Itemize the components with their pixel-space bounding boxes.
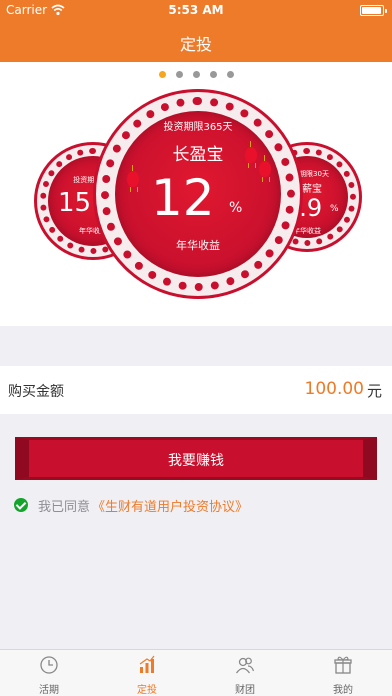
bar-chart-icon <box>139 655 155 673</box>
carousel-dot-5[interactable] <box>226 71 234 78</box>
product-rate-percent: % <box>330 204 339 214</box>
product-rate-label: 年华收益 <box>176 239 220 252</box>
product-rate: 12 <box>151 169 215 227</box>
tab-label: 定投 <box>137 685 157 696</box>
earn-money-button-label: 我要赚钱 <box>168 453 224 469</box>
status-time: 5:53 AM <box>168 3 224 17</box>
section-divider <box>0 326 392 366</box>
lantern-decoration <box>127 165 139 192</box>
product-rate: 15 <box>58 188 92 218</box>
carousel-dot-1[interactable] <box>158 71 166 78</box>
carousel-page-indicator[interactable] <box>0 71 392 78</box>
purchase-amount-label: 购买金额 <box>8 384 64 400</box>
people-icon <box>235 657 255 674</box>
tab-label: 财团 <box>235 685 255 696</box>
product-carousel[interactable]: 投资期限7天 15 年华收益 投资期限30天 随薪宝 8.9 % 年华收益 投资… <box>0 62 392 326</box>
agreement-row[interactable]: 我已同意 《生财有道用户投资协议》 <box>14 496 248 515</box>
purchase-amount-value[interactable]: 100.00 <box>305 379 364 399</box>
product-card-changyingbao[interactable]: 投资期限365天 长盈宝 12 % 年华收益 <box>93 89 303 299</box>
tab-caituan[interactable]: 财团 <box>196 650 294 696</box>
tab-wode[interactable]: 我的 <box>294 650 392 696</box>
tab-huoqi[interactable]: 活期 <box>0 650 98 696</box>
tab-label: 我的 <box>333 685 353 696</box>
purchase-amount-row[interactable]: 购买金额 100.00 元 <box>0 366 392 414</box>
tab-dingtou[interactable]: 定投 <box>98 650 196 696</box>
purchase-amount-unit: 元 <box>366 382 382 400</box>
checkmark-icon[interactable] <box>14 498 28 512</box>
lantern-decoration <box>259 155 271 182</box>
carousel-dot-4[interactable] <box>209 71 217 78</box>
nav-bar: 定投 <box>0 20 392 62</box>
tab-bar: 活期 定投 财团 我的 <box>0 649 392 696</box>
page-title: 定投 <box>179 35 212 54</box>
agreement-prefix: 我已同意 <box>38 499 91 515</box>
lantern-decoration <box>245 141 257 168</box>
product-term: 投资期限365天 <box>163 122 233 133</box>
battery-icon <box>360 5 387 16</box>
product-name: 长盈宝 <box>172 145 224 165</box>
carousel-dot-3[interactable] <box>192 71 200 78</box>
gift-box-icon <box>334 656 352 674</box>
status-bar: Carrier 5:53 AM <box>0 0 392 20</box>
clock-icon <box>40 656 58 674</box>
carousel-dot-2[interactable] <box>175 71 183 78</box>
product-rate-percent: % <box>229 200 243 216</box>
tab-label: 活期 <box>39 685 59 696</box>
agreement-link[interactable]: 《生财有道用户投资协议》 <box>92 496 248 515</box>
earn-money-button[interactable]: 我要赚钱 <box>15 437 377 480</box>
